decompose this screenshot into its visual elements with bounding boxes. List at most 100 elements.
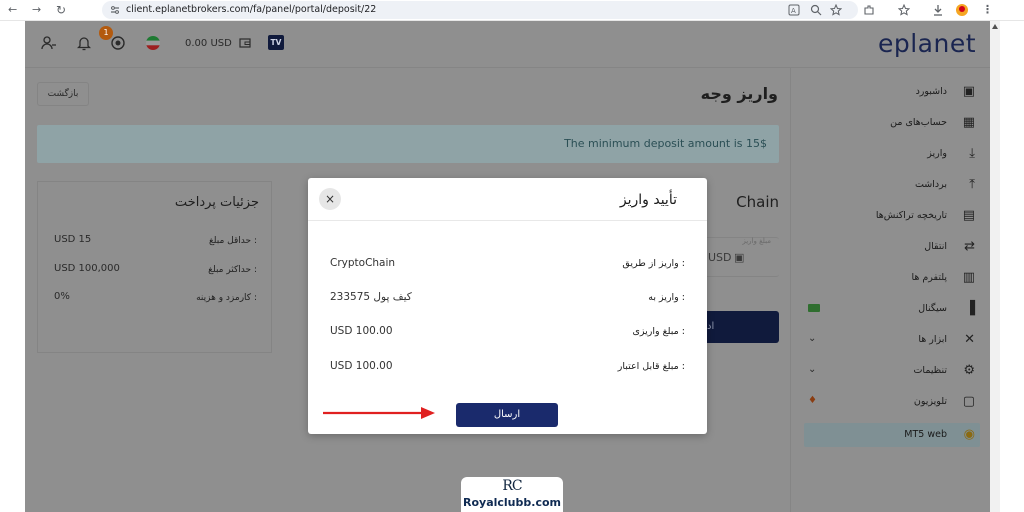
max-amount-label: حداکثر مبلغ : xyxy=(208,265,257,275)
sidebar-item-tv[interactable]: ▢ تلویزیون ♦ xyxy=(804,390,980,414)
credit-amount-label: مبلغ قابل اعتبار : xyxy=(617,361,685,372)
fee-value: 0% xyxy=(54,291,70,302)
method-title: Chain xyxy=(736,193,779,211)
submit-button[interactable]: ارسال xyxy=(456,403,558,427)
chevron-down-icon[interactable]: ⌄ xyxy=(808,332,816,346)
sidebar-item-label: داشبورد xyxy=(915,86,947,97)
chevron-down-icon[interactable]: ⌄ xyxy=(808,363,816,377)
forward-icon[interactable]: → xyxy=(32,2,41,18)
watermark-text: Royalclubb.com xyxy=(463,496,561,509)
minimum-deposit-notice: The minimum deposit amount is 15$ xyxy=(37,125,779,163)
download-icon: ⤓ xyxy=(969,146,975,161)
extensions-icon[interactable] xyxy=(863,4,875,16)
deposit-method-value: CryptoChain xyxy=(330,257,396,269)
fire-icon: ♦ xyxy=(808,395,817,406)
zoom-icon[interactable] xyxy=(810,4,822,16)
back-button[interactable]: بازگشت xyxy=(37,82,89,106)
max-amount-value: USD 100,000 xyxy=(54,263,120,274)
history-icon: ▤ xyxy=(962,208,975,223)
bookmarks-icon[interactable] xyxy=(898,4,910,16)
payment-details-panel: جزئیات پرداخت حداقل مبلغ : USD 15 حداکثر… xyxy=(37,181,272,353)
platform-icon: ▥ xyxy=(962,270,975,285)
sidebar-item-label: تلویزیون xyxy=(913,396,947,407)
sidebar-item-label: MT5 web xyxy=(904,429,947,440)
watermark-logo: RC xyxy=(502,478,522,494)
min-amount-label: حداقل مبلغ : xyxy=(209,236,257,246)
address-bar[interactable]: client.eplanetbrokers.com/fa/panel/porta… xyxy=(102,1,858,19)
payment-details-title: جزئیات پرداخت xyxy=(174,195,259,210)
sidebar-item-withdraw[interactable]: ⤒ برداشت xyxy=(804,173,980,197)
amount-input[interactable]: مبلغ واریز USD ▣ xyxy=(699,237,779,277)
reload-icon[interactable]: ↻ xyxy=(56,2,66,18)
page-title: واریز وجه xyxy=(700,84,778,103)
user-profile-icon[interactable] xyxy=(41,35,57,51)
sidebar-item-transfer[interactable]: ⇄ انتقال xyxy=(804,235,980,259)
cash-icon: ▣ xyxy=(734,251,745,264)
amount-label: مبلغ واریز xyxy=(742,237,771,245)
bell-icon[interactable] xyxy=(77,35,91,51)
sidebar-item-label: تنظیمات xyxy=(913,365,947,376)
upload-icon: ⤒ xyxy=(969,177,975,192)
deposit-amount-label: مبلغ واریزی : xyxy=(632,326,685,337)
url-text: client.eplanetbrokers.com/fa/panel/porta… xyxy=(126,4,377,15)
mt5-icon: ◉ xyxy=(963,427,975,442)
deposit-amount-value: USD 100.00 xyxy=(330,325,393,337)
signal-icon: ▐ xyxy=(965,301,975,316)
sidebar-item-my-accounts[interactable]: ▦ حساب‌های من xyxy=(804,111,980,135)
balance-text: 0.00 USD xyxy=(185,38,232,49)
sidebar: ▣ داشبورد ▦ حساب‌های من ⤓ واریز ⤒ برداشت… xyxy=(790,68,990,512)
sidebar-item-label: انتقال xyxy=(924,241,947,252)
grid-icon: ▦ xyxy=(962,115,975,130)
download-icon[interactable] xyxy=(932,4,944,16)
sidebar-item-mt5-web[interactable]: ◉ MT5 web xyxy=(804,423,980,447)
deposit-button-label: اد xyxy=(707,321,715,332)
page-scrollbar[interactable] xyxy=(990,21,1000,512)
sidebar-item-platforms[interactable]: ▥ پلتفرم ها xyxy=(804,266,980,290)
transfer-icon: ⇄ xyxy=(964,239,975,254)
fee-label: کارمزد و هزینه : xyxy=(196,293,257,303)
sidebar-item-label: حساب‌های من xyxy=(890,117,947,128)
sidebar-item-deposit[interactable]: ⤓ واریز xyxy=(804,142,980,166)
menu-kebab-icon[interactable]: ⋮ xyxy=(982,2,993,18)
sidebar-item-dashboard[interactable]: ▣ داشبورد xyxy=(804,80,980,104)
site-info-icon[interactable] xyxy=(110,5,120,15)
sidebar-item-signal[interactable]: ▐ سیگنال xyxy=(804,297,980,321)
dashboard-icon: ▣ xyxy=(962,84,975,99)
watermark: RC Royalclubb.com xyxy=(461,477,563,512)
sidebar-item-tools[interactable]: ✕ ابزار ها ⌄ xyxy=(804,328,980,352)
sidebar-item-label: سیگنال xyxy=(918,303,947,314)
settings-icon: ⚙ xyxy=(963,363,975,378)
brand-logo[interactable]: eplanet xyxy=(878,29,976,58)
notice-text: The minimum deposit amount is 15$ xyxy=(564,137,767,150)
deposit-confirm-modal: تأیید واریز × واریز از طریق : CryptoChai… xyxy=(308,178,707,434)
deposit-button[interactable]: اد xyxy=(699,311,779,343)
profile-avatar-icon[interactable] xyxy=(955,3,969,17)
sidebar-item-history[interactable]: ▤ تاریخچه تراکنش‌ها xyxy=(804,204,980,228)
min-amount-value: USD 15 xyxy=(54,234,92,245)
tv-icon: ▢ xyxy=(962,394,975,409)
app-header: 1 0.00 USD TV eplanet xyxy=(25,21,990,68)
sidebar-item-label: تاریخچه تراکنش‌ها xyxy=(875,210,947,221)
close-icon[interactable]: × xyxy=(319,188,341,210)
window-margin xyxy=(1000,21,1024,512)
sidebar-item-label: واریز xyxy=(927,148,947,159)
notification-badge: 1 xyxy=(99,26,113,40)
svg-text:A: A xyxy=(791,7,796,15)
back-icon[interactable]: ← xyxy=(8,2,17,18)
bookmark-star-icon[interactable] xyxy=(830,4,842,16)
currency-text: USD xyxy=(708,251,732,264)
modal-title: تأیید واریز xyxy=(619,192,677,208)
translate-icon[interactable]: A xyxy=(788,4,800,16)
browser-toolbar: ← → ↻ client.eplanetbrokers.com/fa/panel… xyxy=(0,0,1024,21)
sidebar-item-settings[interactable]: ⚙ تنظیمات ⌄ xyxy=(804,359,980,383)
modal-header: تأیید واریز × xyxy=(308,178,707,221)
deposit-method-label: واریز از طریق : xyxy=(622,258,685,269)
tv-badge[interactable]: TV xyxy=(268,35,284,50)
deposit-to-label: واریز به : xyxy=(648,292,685,303)
deposit-to-value: کیف پول 233575 xyxy=(330,291,412,303)
scroll-up-icon[interactable] xyxy=(992,24,998,29)
iran-flag-icon[interactable] xyxy=(146,36,160,50)
credit-amount-value: USD 100.00 xyxy=(330,360,393,372)
sidebar-item-label: ابزار ها xyxy=(918,334,947,345)
wallet-icon[interactable] xyxy=(239,37,251,49)
